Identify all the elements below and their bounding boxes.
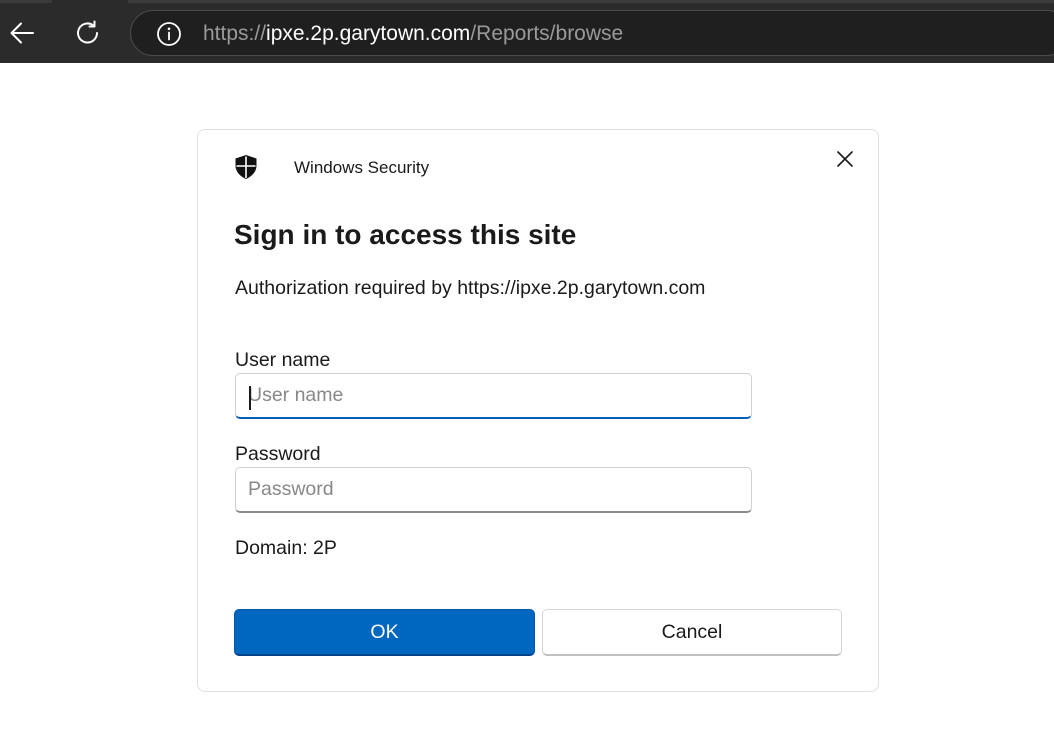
url-host: ipxe.2p.garytown.com bbox=[266, 22, 471, 45]
dialog-title: Sign in to access this site bbox=[234, 219, 577, 250]
refresh-icon bbox=[77, 20, 98, 44]
url-text[interactable]: https://ipxe.2p.garytown.com/Reports/bro… bbox=[203, 21, 623, 47]
close-button[interactable] bbox=[830, 144, 860, 174]
refresh-button[interactable] bbox=[69, 14, 107, 52]
tab-strip-edge bbox=[0, 0, 52, 3]
cancel-button[interactable]: Cancel bbox=[542, 609, 842, 656]
password-input[interactable] bbox=[235, 467, 752, 513]
url-scheme: https:// bbox=[203, 22, 267, 45]
shield-icon bbox=[235, 155, 257, 179]
domain-text: Domain: 2P bbox=[235, 537, 337, 559]
username-input[interactable] bbox=[235, 373, 752, 419]
url-path: /Reports/browse bbox=[470, 22, 624, 45]
password-label: Password bbox=[235, 443, 321, 465]
sign-in-dialog: Windows Security Sign in to access this … bbox=[197, 129, 879, 692]
text-caret bbox=[249, 386, 251, 410]
address-bar[interactable]: https://ipxe.2p.garytown.com/Reports/bro… bbox=[130, 10, 1054, 56]
back-arrow-icon bbox=[10, 22, 34, 44]
tab-strip-edge bbox=[128, 0, 1054, 3]
browser-toolbar: https://ipxe.2p.garytown.com/Reports/bro… bbox=[0, 0, 1054, 63]
back-button[interactable] bbox=[3, 14, 41, 52]
info-icon[interactable] bbox=[155, 20, 183, 48]
dialog-app-name: Windows Security bbox=[294, 158, 430, 177]
ok-button[interactable]: OK bbox=[234, 609, 535, 656]
username-label: User name bbox=[235, 349, 331, 371]
close-icon bbox=[837, 151, 853, 167]
dialog-subtitle: Authorization required by https://ipxe.2… bbox=[235, 277, 706, 299]
